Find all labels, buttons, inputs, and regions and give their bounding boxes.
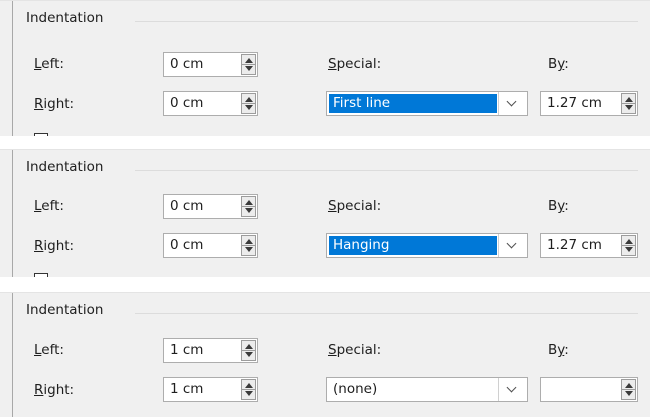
right-indent-spinner[interactable]: 1 cm (163, 377, 258, 402)
special-dropdown[interactable]: First line (326, 91, 528, 116)
indentation-panel-none: Indentation Left: 1 cm Right: 1 cm Speci… (0, 292, 650, 417)
right-indent-label: Right: (34, 382, 75, 398)
special-label: Special: (328, 56, 382, 72)
panel-separator (0, 136, 650, 149)
special-selected-value[interactable]: Hanging (329, 236, 497, 255)
group-divider (135, 313, 638, 314)
left-indent-value[interactable]: 1 cm (170, 342, 203, 358)
special-selected-value[interactable]: (none) (329, 380, 497, 399)
group-divider (135, 21, 638, 22)
left-indent-spinner[interactable]: 0 cm (163, 52, 258, 77)
by-spinner[interactable] (540, 377, 638, 402)
left-indent-label: Left: (34, 198, 64, 214)
panel-left-border (12, 1, 13, 137)
panel-left-border (12, 150, 13, 278)
right-indent-spinner[interactable]: 0 cm (163, 233, 258, 258)
by-label: By: (548, 198, 569, 214)
right-indent-value[interactable]: 0 cm (170, 95, 203, 111)
chevron-down-icon[interactable] (498, 92, 527, 115)
left-indent-label: Left: (34, 56, 64, 72)
by-spinner[interactable]: 1.27 cm (540, 233, 638, 258)
by-value[interactable]: 1.27 cm (547, 237, 602, 253)
by-label: By: (548, 56, 569, 72)
right-indent-spinner[interactable]: 0 cm (163, 91, 258, 116)
by-spinner[interactable]: 1.27 cm (540, 91, 638, 116)
special-label: Special: (328, 342, 382, 358)
chevron-down-icon[interactable] (498, 378, 527, 401)
special-label: Special: (328, 198, 382, 214)
group-title: Indentation (26, 10, 104, 26)
right-indent-label: Right: (34, 96, 75, 112)
indentation-panel-hanging: Indentation Left: 0 cm Right: 0 cm Speci… (0, 149, 650, 279)
chevron-down-icon[interactable] (498, 234, 527, 257)
left-indent-spinner[interactable]: 0 cm (163, 194, 258, 219)
special-selected-value[interactable]: First line (329, 94, 497, 113)
left-indent-value[interactable]: 0 cm (170, 198, 203, 214)
panel-left-border (12, 293, 13, 417)
group-divider (135, 170, 638, 171)
right-indent-label: Right: (34, 238, 75, 254)
right-indent-value[interactable]: 0 cm (170, 237, 203, 253)
by-label: By: (548, 342, 569, 358)
indentation-panel-first-line: Indentation Left: 0 cm Right: 0 cm Speci… (0, 0, 650, 138)
group-title: Indentation (26, 302, 104, 318)
left-indent-value[interactable]: 0 cm (170, 56, 203, 72)
panel-separator (0, 277, 650, 292)
special-dropdown[interactable]: (none) (326, 377, 528, 402)
right-indent-value[interactable]: 1 cm (170, 381, 203, 397)
group-title: Indentation (26, 159, 104, 175)
by-value[interactable]: 1.27 cm (547, 95, 602, 111)
left-indent-label: Left: (34, 342, 64, 358)
left-indent-spinner[interactable]: 1 cm (163, 338, 258, 363)
special-dropdown[interactable]: Hanging (326, 233, 528, 258)
